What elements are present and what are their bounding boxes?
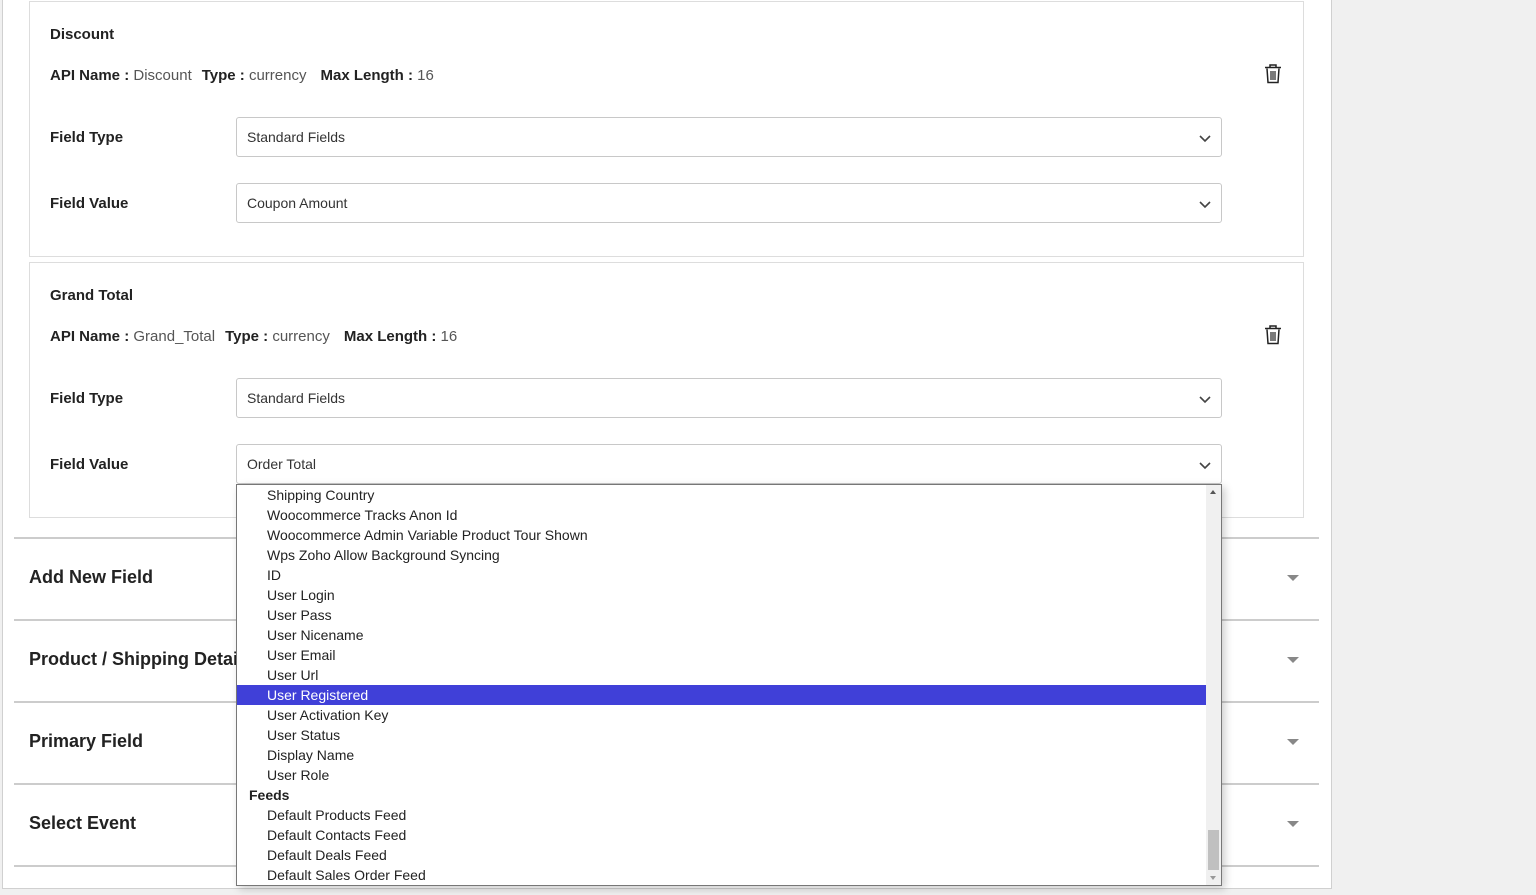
max-length-value: 16 [440,328,458,345]
field-card: Discount API Name : Discount Type : curre… [29,1,1304,257]
caret-down-icon[interactable] [1287,575,1299,581]
field-title: Discount [50,26,115,43]
field-type-select[interactable]: Standard Fields [236,378,1222,418]
dropdown-option[interactable]: Display Name [237,745,1206,765]
field-type-label: Field Type [50,390,124,407]
api-name-label: API Name : [50,328,130,345]
dropdown-option[interactable]: Default Sales Order Feed [237,865,1206,885]
dropdown-option[interactable]: Shipping Country [237,485,1206,505]
dropdown-option[interactable]: User Email [237,645,1206,665]
scroll-up-icon[interactable] [1210,490,1216,494]
field-type-select[interactable]: Standard Fields [236,117,1222,157]
trash-icon[interactable] [1264,325,1282,345]
selected-value: Coupon Amount [247,195,348,211]
scrollbar-thumb[interactable] [1208,830,1219,870]
field-card: Grand Total API Name : Grand_Total Type :… [29,262,1304,518]
accordion-title: Select Event [29,813,137,833]
scrollbar[interactable] [1206,485,1221,885]
chevron-down-icon [1199,131,1211,143]
caret-down-icon[interactable] [1287,821,1299,827]
caret-down-icon[interactable] [1287,657,1299,663]
dropdown-option[interactable]: Wps Zoho Allow Background Syncing [237,545,1206,565]
max-length-label: Max Length : [320,67,414,84]
field-meta: API Name : Discount Type : currency Max Le… [50,67,444,84]
chevron-down-icon [1199,392,1211,404]
api-name-value: Discount [133,67,192,84]
dropdown-option[interactable]: User Status [237,725,1206,745]
caret-down-icon[interactable] [1287,739,1299,745]
dropdown-option[interactable]: User Nicename [237,625,1206,645]
field-value-label: Field Value [50,456,129,473]
field-value-dropdown-list[interactable]: Shipping Country Woocommerce Tracks Anon … [236,484,1222,886]
field-value-label: Field Value [50,195,129,212]
dropdown-option[interactable]: Default Deals Feed [237,845,1206,865]
dropdown-option[interactable]: ID [237,565,1206,585]
max-length-label: Max Length : [343,328,437,345]
scroll-down-icon[interactable] [1210,876,1216,880]
api-name-label: API Name : [50,67,130,84]
dropdown-option[interactable]: User Role [237,765,1206,785]
dropdown-option[interactable]: User Login [237,585,1206,605]
field-meta: API Name : Grand_Total Type : currency Max… [50,328,467,345]
option-group-label: Feeds [249,787,290,803]
dropdown-option[interactable]: User Activation Key [237,705,1206,725]
chevron-down-icon [1199,458,1211,470]
field-title: Grand Total [50,287,134,304]
selected-value: Standard Fields [247,390,346,406]
field-type-label: Field Type [50,129,124,146]
field-value-select[interactable]: Order Total [236,444,1222,484]
dropdown-option[interactable]: User Registered [237,685,1206,705]
max-length-value: 16 [417,67,434,84]
dropdown-option[interactable]: Default Contacts Feed [237,825,1206,845]
selected-value: Standard Fields [247,129,346,145]
selected-value: Order Total [247,456,316,472]
chevron-down-icon [1199,197,1211,209]
field-value-select[interactable]: Coupon Amount [236,183,1222,223]
dropdown-option[interactable]: User Pass [237,605,1206,625]
type-value: currency [272,328,330,345]
dropdown-option[interactable]: Woocommerce Admin Variable Product Tour … [237,525,1206,545]
type-label: Type : [225,328,269,345]
api-name-value: Grand_Total [133,328,216,345]
dropdown-option[interactable]: Woocommerce Tracks Anon Id [237,505,1206,525]
dropdown-option[interactable]: User Url [237,665,1206,685]
type-value: currency [248,67,307,84]
accordion-title: Add New Field [29,567,154,587]
dropdown-option[interactable]: Default Products Feed [237,805,1206,825]
type-label: Type : [201,67,245,84]
accordion-title: Primary Field [29,731,144,751]
accordion-title: Product / Shipping Details [29,649,254,669]
trash-icon[interactable] [1264,64,1282,84]
